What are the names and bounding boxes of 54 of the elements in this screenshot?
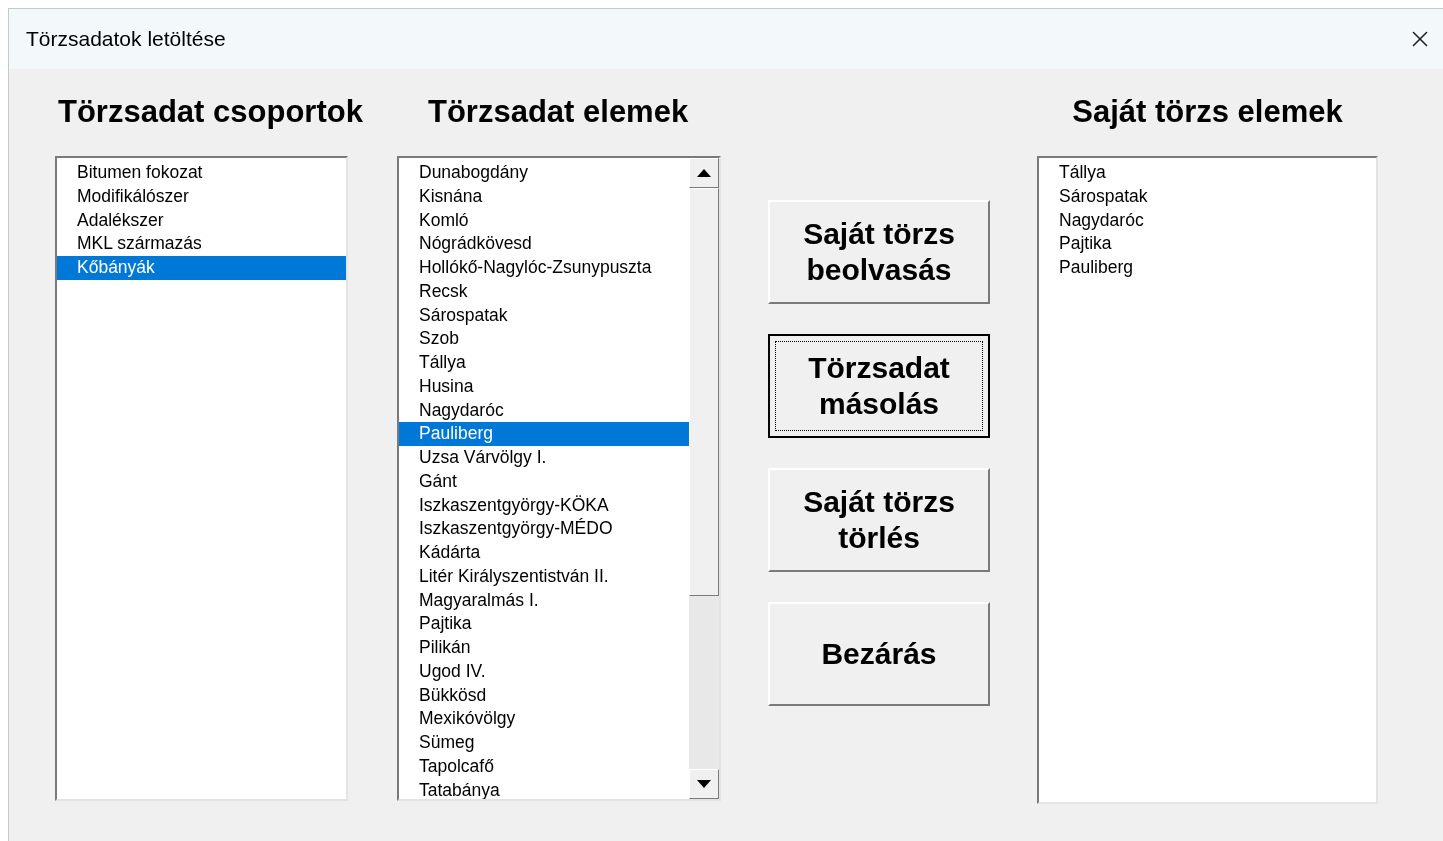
list-item[interactable]: Litér Királyszentistván II. xyxy=(399,564,689,589)
list-item[interactable]: Tatabánya xyxy=(399,778,689,799)
list-item[interactable]: Pauliberg xyxy=(1039,256,1376,280)
list-item[interactable]: Magyaralmás I. xyxy=(399,588,689,613)
list-item[interactable]: Nagydaróc xyxy=(399,398,689,423)
list-item[interactable]: Komló xyxy=(399,208,689,233)
up-arrow-icon xyxy=(697,169,711,177)
list-item[interactable]: Tapolcafő xyxy=(399,754,689,779)
list-item[interactable]: Nógrádkövesd xyxy=(399,232,689,256)
scroll-down-button[interactable] xyxy=(689,769,719,799)
list-item[interactable]: Kisnána xyxy=(399,184,689,209)
column-heading: Törzsadat csoportok xyxy=(58,93,363,132)
list-item[interactable]: Recsk xyxy=(399,279,689,304)
list-item[interactable]: Bitumen fokozat xyxy=(57,161,346,185)
list-item[interactable]: Kőbányák xyxy=(57,256,346,280)
list-item[interactable]: Sümeg xyxy=(399,731,689,755)
window-title: Törzsadatok letöltése xyxy=(26,26,226,53)
group-list[interactable]: Bitumen fokozat Modifikálószer Adalékszer MKL származás Kőbányák xyxy=(55,156,348,801)
list-item[interactable]: Sárospatak xyxy=(1039,184,1376,209)
own-list[interactable]: Tállya Sárospatak Nagydaróc Pajtika Pauliberg xyxy=(1037,156,1378,804)
list-item[interactable]: Pauliberg xyxy=(399,422,689,446)
action-button[interactable]: Bezárás xyxy=(768,602,990,706)
list-item[interactable]: Pilikán xyxy=(399,636,689,660)
list-item[interactable]: Iszkaszentgyörgy-MÉDO xyxy=(399,517,689,541)
list-item[interactable]: Husina xyxy=(399,374,689,399)
action-button[interactable]: Saját törzs beolvasás xyxy=(768,200,990,304)
list-item[interactable]: Szob xyxy=(399,327,689,351)
list-item[interactable]: Nagydaróc xyxy=(1039,208,1376,233)
list-item[interactable]: Pajtika xyxy=(399,612,689,636)
list-item[interactable]: Bükkösd xyxy=(399,683,689,708)
action-button[interactable]: Törzsadat másolás xyxy=(768,334,990,438)
list-item[interactable]: Gánt xyxy=(399,469,689,494)
scrollbar-thumb[interactable] xyxy=(689,188,719,596)
list-item[interactable]: Tállya xyxy=(1039,161,1376,185)
element-list[interactable] xyxy=(397,156,721,801)
down-arrow-icon xyxy=(697,780,711,788)
list-item[interactable]: Hollókő-Nagylóc-Zsunypuszta xyxy=(399,256,689,280)
list-item[interactable]: Ugod IV. xyxy=(399,659,689,684)
column-heading: Saját törzs elemek xyxy=(1072,93,1343,132)
list-item[interactable]: Pajtika xyxy=(1039,232,1376,256)
list-item[interactable]: Dunabogdány xyxy=(399,161,689,185)
list-item[interactable]: Kádárta xyxy=(399,541,689,565)
list-item[interactable]: Uzsa Várvölgy I. xyxy=(399,446,689,470)
list-item[interactable]: Mexikóvölgy xyxy=(399,707,689,731)
scroll-up-button[interactable] xyxy=(689,158,719,188)
list-item[interactable]: Adalékszer xyxy=(57,208,346,233)
list-item[interactable]: Tállya xyxy=(399,351,689,375)
list-item[interactable]: Iszkaszentgyörgy-KÖKA xyxy=(399,493,689,518)
column-heading: Törzsadat elemek xyxy=(428,93,689,132)
list-item[interactable]: MKL származás xyxy=(57,232,346,256)
scrollbar[interactable] xyxy=(689,158,719,799)
action-button[interactable]: Saját törzs törlés xyxy=(768,468,990,572)
list-item[interactable]: Modifikálószer xyxy=(57,184,346,209)
list-item[interactable]: Sárospatak xyxy=(399,303,689,328)
